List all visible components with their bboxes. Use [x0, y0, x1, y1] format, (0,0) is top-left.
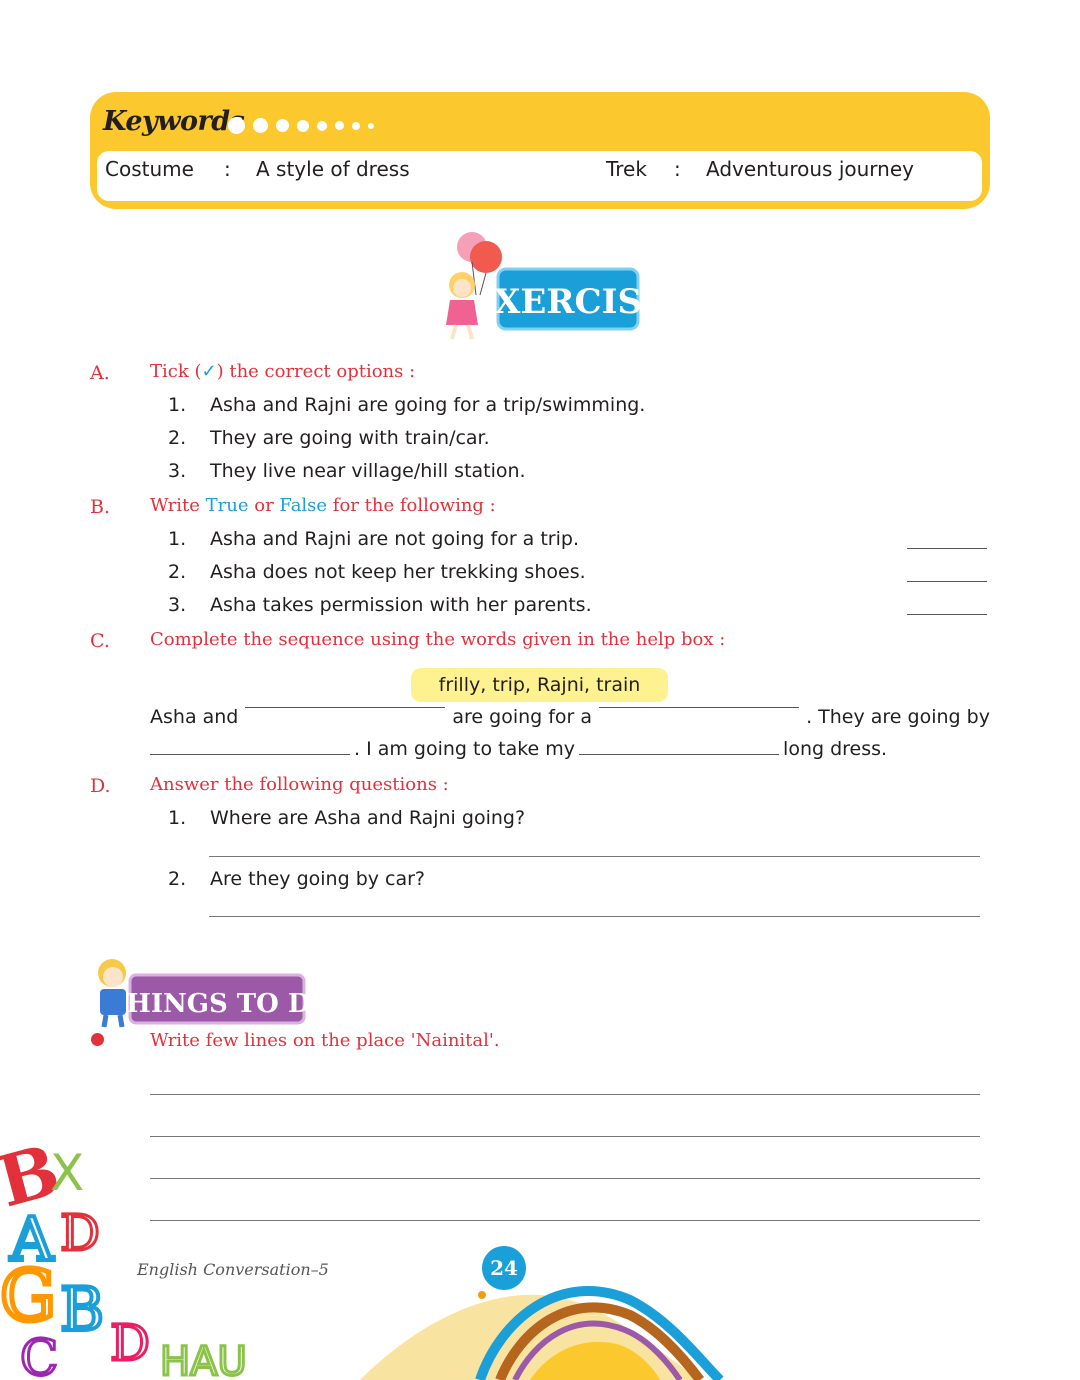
- writing-line[interactable]: [150, 1094, 980, 1095]
- things-to-do-task: Write few lines on the place 'Nainital'.: [150, 1030, 500, 1051]
- answer-blank[interactable]: [907, 581, 987, 582]
- section-letter-b: B.: [90, 496, 111, 518]
- sequence-line-2: . I am going to take my long dress.: [150, 738, 887, 760]
- boy-overalls: [100, 989, 126, 1015]
- question-text: Asha and Rajni are going for a trip/swim…: [210, 394, 646, 416]
- question-text: They are going with train/car.: [210, 427, 490, 449]
- exercise-badge: EXERCISE: [446, 232, 645, 340]
- svg-text:D: D: [60, 1204, 100, 1262]
- help-box: frilly, trip, Rajni, train: [411, 668, 668, 702]
- question-text: Asha and Rajni are not going for a trip.: [210, 528, 579, 550]
- question-text: Asha takes permission with her parents.: [210, 594, 592, 616]
- boy-face: [103, 967, 123, 987]
- things-to-do-badge: THINGS TO DO: [98, 959, 310, 1028]
- item-number: 3.: [168, 460, 187, 482]
- svg-text:B: B: [60, 1275, 104, 1345]
- fill-blank[interactable]: [599, 706, 800, 708]
- item-number: 1.: [168, 394, 187, 416]
- keyword-meaning: Adventurous journey: [706, 157, 914, 181]
- section-d-heading: Answer the following questions :: [150, 774, 449, 795]
- section-b-heading: Write True or False for the following :: [150, 495, 496, 516]
- section-c-heading: Complete the sequence using the words gi…: [150, 629, 726, 650]
- sequence-line-1: Asha and are going for a . They are goin…: [150, 706, 990, 728]
- question-text: Are they going by car?: [210, 868, 426, 890]
- keyword-term: Costume: [105, 157, 194, 181]
- fill-blank[interactable]: [579, 753, 780, 755]
- section-letter-d: D.: [90, 775, 111, 797]
- page-number: 24: [482, 1246, 526, 1290]
- keyword-meaning: A style of dress: [256, 157, 410, 181]
- section-a-heading: Tick (✓) the correct options :: [150, 361, 416, 382]
- answer-blank[interactable]: [907, 614, 987, 615]
- wave-decoration: [360, 1286, 724, 1380]
- answer-blank[interactable]: [907, 548, 987, 549]
- item-number: 2.: [168, 561, 187, 583]
- writing-line[interactable]: [150, 1220, 980, 1221]
- fill-blank[interactable]: [150, 753, 350, 755]
- item-number: 1.: [168, 807, 187, 829]
- keyword-separator: :: [674, 157, 681, 181]
- fill-blank[interactable]: [245, 706, 446, 708]
- item-number: 3.: [168, 594, 187, 616]
- item-number: 2.: [168, 868, 187, 890]
- girl-dress: [446, 300, 478, 325]
- book-title: English Conversation–5: [137, 1260, 329, 1279]
- keyword-separator: :: [224, 157, 231, 181]
- exercise-badge-text: EXERCISE: [468, 282, 645, 322]
- svg-text:G: G: [0, 1255, 56, 1337]
- balloon-red: [470, 241, 502, 273]
- keywords-title: Keywords: [103, 106, 245, 137]
- things-to-do-title: THINGS TO DO: [107, 989, 310, 1019]
- section-letter-c: C.: [90, 630, 110, 652]
- question-text: They live near village/hill station.: [210, 460, 526, 482]
- keyword-term: Trek: [606, 157, 647, 181]
- writing-line[interactable]: [150, 1136, 980, 1137]
- tick-icon: ✓: [201, 361, 217, 382]
- section-letter-a: A.: [90, 362, 110, 384]
- question-text: Where are Asha and Rajni going?: [210, 807, 526, 829]
- question-text: Asha does not keep her trekking shoes.: [210, 561, 586, 583]
- item-number: 1.: [168, 528, 187, 550]
- answer-line[interactable]: [209, 916, 980, 917]
- answer-line[interactable]: [209, 856, 980, 857]
- bullet-icon: [91, 1033, 104, 1046]
- svg-text:C: C: [20, 1329, 58, 1380]
- writing-line[interactable]: [150, 1178, 980, 1179]
- svg-text:D: D: [110, 1314, 150, 1372]
- svg-text:X: X: [50, 1144, 84, 1202]
- keywords-dots-decoration: [228, 117, 374, 134]
- item-number: 2.: [168, 427, 187, 449]
- svg-text:HAU: HAU: [160, 1339, 247, 1380]
- alphabet-decoration: B X A D G B D C HAU: [0, 1130, 248, 1380]
